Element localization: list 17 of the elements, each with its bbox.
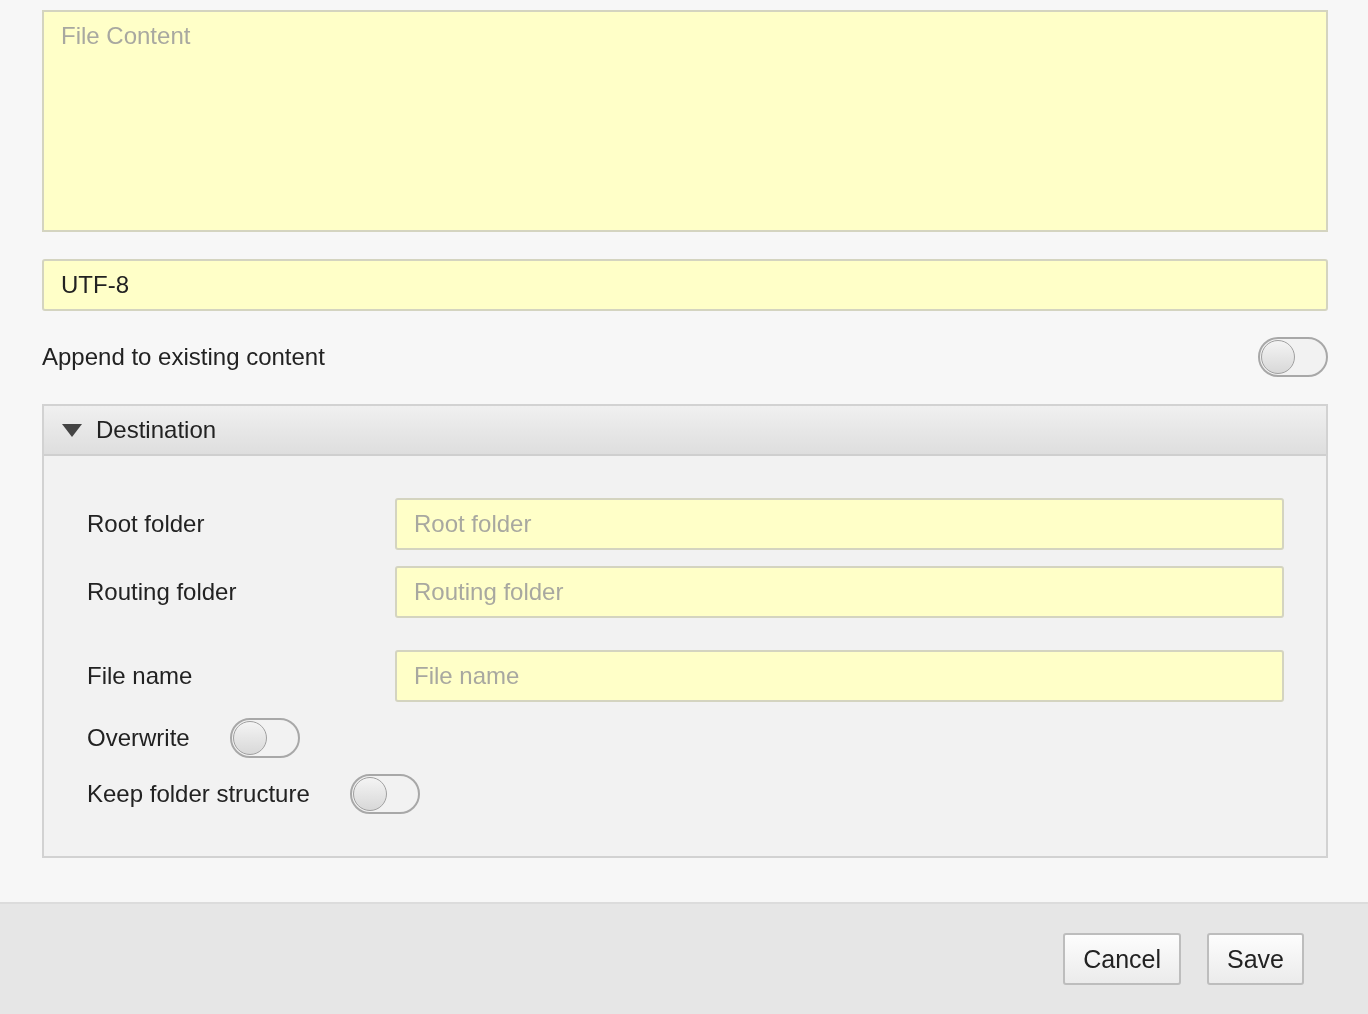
toggle-switch[interactable] [349, 774, 420, 814]
field-label: Root folder [87, 510, 206, 538]
field-label: Routing folder [87, 578, 238, 606]
file-content-field[interactable]: File Content [42, 10, 1328, 232]
text-field[interactable]: Root folder [395, 498, 1284, 550]
append-label: Append to existing content [42, 343, 325, 371]
triangle-icon [62, 422, 82, 438]
toggle-label: Overwrite [87, 724, 190, 752]
encoding-field[interactable]: UTF-8 [42, 259, 1328, 311]
cancel-button[interactable]: Cancel [1063, 933, 1181, 985]
toggle-switch[interactable] [229, 718, 300, 758]
toggle-label: Keep folder structure [87, 780, 310, 808]
save-button[interactable]: Save [1207, 933, 1304, 985]
text-field[interactable]: Routing folder [395, 566, 1284, 618]
text-field[interactable]: File name [395, 650, 1284, 702]
field-label: File name [87, 662, 194, 690]
append-toggle[interactable] [1258, 337, 1328, 377]
